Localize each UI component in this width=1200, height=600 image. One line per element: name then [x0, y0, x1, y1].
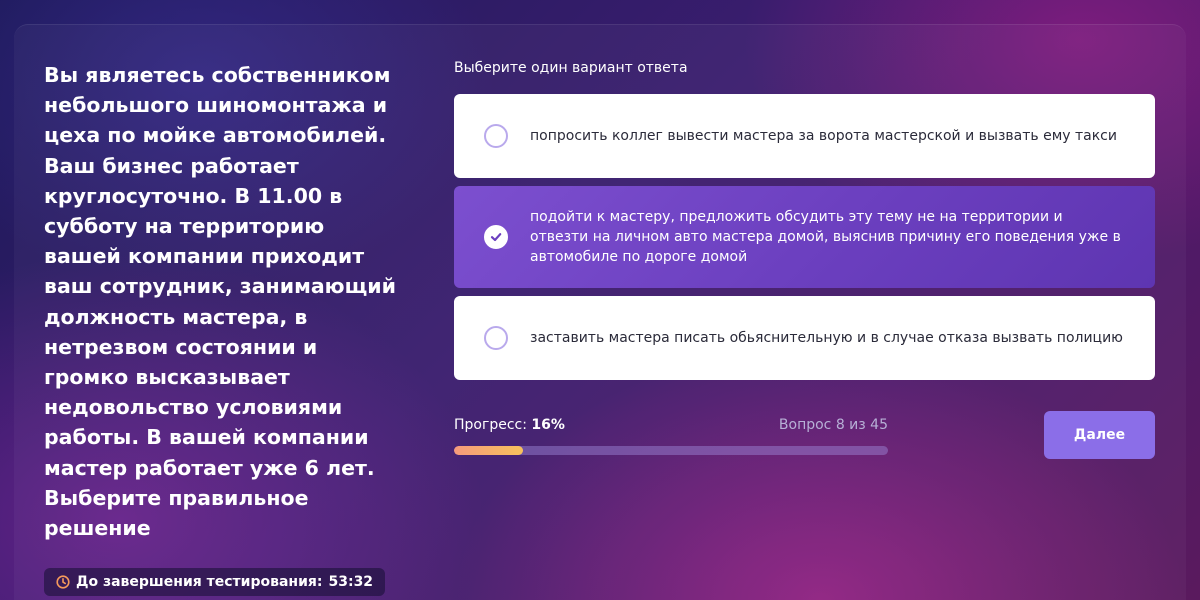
- timer-value: 53:32: [328, 574, 374, 590]
- answer-prompt: Выберите один вариант ответа: [454, 60, 688, 76]
- progress-percent: 16%: [531, 417, 565, 433]
- progress-label: Прогресс: 16%: [454, 417, 565, 433]
- progress-bar: [454, 446, 888, 455]
- next-button[interactable]: Далее: [1044, 411, 1155, 459]
- answer-option-text: подойти к мастеру, предложить обсудить э…: [530, 209, 1121, 265]
- progress-bar-fill: [454, 446, 524, 455]
- answer-option-text: попросить коллег вывести мастера за воро…: [530, 128, 1117, 144]
- answer-options: попросить коллег вывести мастера за воро…: [454, 94, 1155, 388]
- timer-label: До завершения тестирования:: [76, 574, 323, 590]
- answer-option-3[interactable]: заставить мастера писать обьяснительную …: [454, 296, 1155, 380]
- radio-unchecked-icon[interactable]: [484, 124, 508, 148]
- timer-badge: До завершения тестирования: 53:32: [44, 568, 386, 596]
- radio-unchecked-icon[interactable]: [484, 326, 508, 350]
- answer-option-text: заставить мастера писать обьяснительную …: [530, 330, 1123, 346]
- question-counter: Вопрос 8 из 45: [778, 417, 888, 433]
- question-text: Вы являетесь собственником небольшого ши…: [44, 63, 396, 541]
- radio-checked-icon[interactable]: [484, 225, 508, 249]
- progress-label-text: Прогресс:: [454, 417, 527, 433]
- answer-option-2[interactable]: подойти к мастеру, предложить обсудить э…: [454, 186, 1155, 288]
- answer-option-1[interactable]: попросить коллег вывести мастера за воро…: [454, 94, 1155, 178]
- clock-icon: [56, 575, 70, 589]
